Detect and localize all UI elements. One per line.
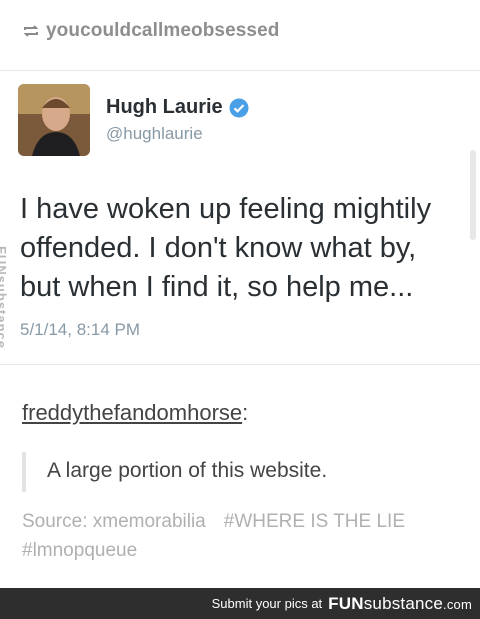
scrollbar[interactable]	[470, 150, 476, 240]
source-row: Source: xmemorabilia #WHERE IS THE LIE	[22, 511, 405, 533]
source-link[interactable]: Source: xmemorabilia	[22, 511, 206, 533]
footer-bar: Submit your pics at FUNsubstance.com	[0, 588, 480, 619]
divider	[0, 364, 480, 365]
comment-author-link[interactable]: freddythefandomhorse	[22, 400, 242, 425]
tag-row: #lmnopqueue	[22, 540, 137, 562]
divider	[0, 70, 480, 71]
brand-com: .com	[443, 596, 472, 612]
brand-substance: substance	[363, 593, 444, 613]
quote-text: A large portion of this website.	[47, 459, 328, 482]
footer-text: Submit your pics at	[211, 596, 323, 611]
display-name[interactable]: Hugh Laurie	[106, 96, 223, 119]
tweet-text: I have woken up feeling mightily offende…	[20, 193, 432, 303]
reblog-header: youcouldcallmeobsessed	[22, 20, 279, 42]
reblog-username[interactable]: youcouldcallmeobsessed	[46, 20, 279, 42]
comment-colon: :	[242, 400, 249, 425]
brand-fun: FUN	[328, 593, 364, 613]
handle[interactable]: @hughlaurie	[106, 124, 203, 144]
tag-lmnopqueue[interactable]: #lmnopqueue	[22, 540, 137, 561]
watermark: FUNsubstance	[0, 245, 10, 350]
name-row: Hugh Laurie	[106, 96, 249, 119]
quote-bar	[22, 452, 26, 492]
verified-badge-icon	[229, 98, 249, 118]
footer-brand[interactable]: FUNsubstance.com	[328, 594, 472, 614]
tag-where-is-the-lie[interactable]: #WHERE IS THE LIE	[224, 511, 405, 533]
avatar[interactable]	[18, 84, 90, 156]
comment-author: freddythefandomhorse:	[22, 400, 248, 426]
tweet-timestamp[interactable]: 5/1/14, 8:14 PM	[20, 320, 140, 340]
reblog-icon	[22, 22, 40, 40]
